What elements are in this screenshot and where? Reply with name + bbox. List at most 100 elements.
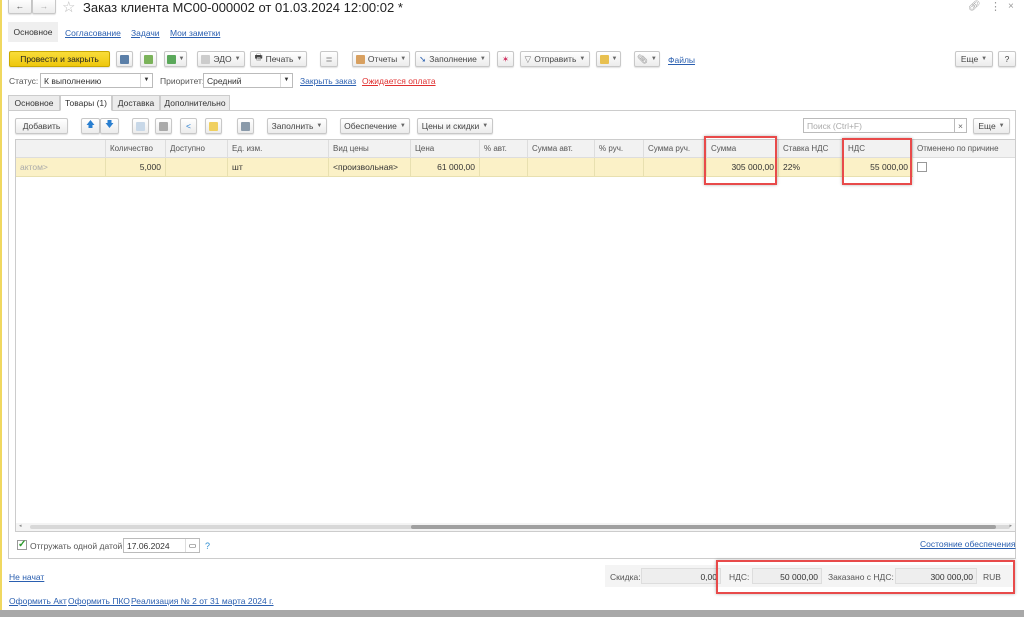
find-button[interactable] [237, 118, 254, 134]
nav-tab-tasks[interactable]: Задачи [131, 28, 160, 38]
save-button[interactable] [116, 51, 133, 67]
close-order-link[interactable]: Закрыть заказ [300, 76, 356, 86]
supply-state-link[interactable]: Состояние обеспечения [920, 539, 1016, 549]
tasks-button[interactable]: ▼ [596, 51, 621, 67]
more-button[interactable]: Еще ▼ [955, 51, 993, 67]
supply-label: Обеспечение [344, 121, 397, 131]
add-button[interactable]: Добавить [15, 118, 68, 134]
column-header[interactable]: % авт. [479, 140, 527, 158]
column-header[interactable]: Цена [410, 140, 479, 158]
table-cell[interactable]: <произвольная> [328, 158, 410, 177]
column-header[interactable]: Ед. изм. [227, 140, 328, 158]
scroll-right-icon[interactable]: ▸ [1009, 523, 1012, 529]
structure-button[interactable]: ≣ [320, 51, 338, 67]
create-pko-link[interactable]: Оформить ПКО [68, 596, 130, 606]
column-header[interactable]: Вид цены [328, 140, 410, 158]
reports-button[interactable]: Отчеты ▼ [352, 51, 410, 67]
dropdown-icon[interactable]: ▼ [140, 74, 152, 87]
attach-button[interactable]: 📎︎ ▼ [634, 51, 660, 67]
cancelled-checkbox[interactable] [917, 162, 927, 172]
paste-button[interactable] [155, 118, 172, 134]
column-header[interactable]: Количество [105, 140, 165, 158]
status-select[interactable]: К выполнению ▼ [40, 73, 153, 88]
pick-button[interactable] [205, 118, 222, 134]
create-based-button[interactable]: ▼ [164, 51, 187, 67]
bottom-bar [0, 610, 1024, 617]
table-cell[interactable]: 5,000 [105, 158, 165, 177]
search-clear-button[interactable]: × [954, 118, 967, 133]
bitrix-button[interactable]: ✶ [497, 51, 514, 67]
table-cell[interactable] [527, 158, 594, 177]
column-header[interactable]: Отменено по причине [912, 140, 1016, 158]
tab-goods[interactable]: Товары (1) [60, 95, 112, 111]
ship-date-input[interactable]: 17.06.2024 ▭ [123, 538, 200, 553]
move-down-button[interactable]: 🡇 [100, 118, 119, 134]
priority-select[interactable]: Средний ▼ [203, 73, 293, 88]
create-based-icon [166, 54, 176, 64]
post-and-close-button[interactable]: Провести и закрыть [9, 51, 110, 67]
table-cell[interactable]: актом> [16, 158, 105, 177]
scroll-left-icon[interactable]: ◂ [19, 523, 22, 529]
column-header[interactable]: Ставка НДС [778, 140, 843, 158]
link-icon[interactable]: 🔗︎ [968, 1, 981, 12]
column-header[interactable]: Доступно [165, 140, 227, 158]
split-icon: < [186, 121, 191, 131]
split-button[interactable]: < [180, 118, 197, 134]
create-act-link[interactable]: Оформить Акт [9, 596, 67, 606]
column-header[interactable] [16, 140, 105, 158]
edo-button[interactable]: ЭДО ▼ [197, 51, 245, 67]
awaiting-payment-link[interactable]: Ожидается оплата [362, 76, 436, 86]
column-header[interactable]: % руч. [594, 140, 643, 158]
realization-link[interactable]: Реализация № 2 от 31 марта 2024 г. [131, 596, 274, 606]
post-icon [144, 54, 153, 64]
fill-button[interactable]: ➘ Заполнение ▼ [415, 51, 490, 67]
table-cell[interactable]: шт [227, 158, 328, 177]
column-header[interactable]: Сумма авт. [527, 140, 594, 158]
prices-discounts-button[interactable]: Цены и скидки ▼ [417, 118, 493, 134]
window-edge [0, 0, 2, 610]
nav-tab-approval[interactable]: Согласование [65, 28, 121, 38]
table-cell[interactable] [594, 158, 643, 177]
fill-goods-button[interactable]: Заполнить ▼ [267, 118, 327, 134]
forward-button[interactable]: → [32, 0, 56, 14]
ship-one-date-checkbox[interactable]: ✓ [17, 540, 27, 550]
document-clock-icon [599, 54, 609, 64]
move-up-button[interactable]: 🡅 [81, 118, 100, 134]
table-cell[interactable] [165, 158, 227, 177]
status-label: Статус: [9, 76, 39, 86]
back-button[interactable]: ← [8, 0, 32, 14]
horizontal-scrollbar[interactable]: ◂ ▸ [16, 523, 1015, 531]
tab-additional[interactable]: Дополнительно [160, 95, 230, 111]
table-cell[interactable]: 22% [778, 158, 843, 177]
supply-button[interactable]: Обеспечение ▼ [340, 118, 410, 134]
print-button[interactable]: 🖶︎ Печать ▼ [250, 51, 307, 67]
nav-tab-main[interactable]: Основное [8, 22, 58, 42]
goods-more-button[interactable]: Еще ▼ [973, 118, 1010, 134]
post-button[interactable] [140, 51, 157, 67]
close-icon[interactable]: × [1008, 1, 1014, 12]
tab-delivery[interactable]: Доставка [112, 95, 160, 111]
state-link[interactable]: Не начат [9, 572, 44, 582]
paste-icon [159, 121, 168, 131]
tab-main[interactable]: Основное [8, 95, 60, 111]
scroll-thumb[interactable] [411, 525, 996, 529]
print-label: Печать [265, 54, 294, 64]
table-cell[interactable] [479, 158, 527, 177]
send-label: Отправить [534, 54, 577, 64]
ship-help-icon[interactable]: ? [205, 541, 210, 551]
ship-one-date-label: Отгружать одной датой [30, 541, 123, 551]
table-cell[interactable] [643, 158, 706, 177]
dropdown-icon[interactable]: ▼ [280, 74, 292, 87]
calendar-icon[interactable]: ▭ [185, 539, 199, 552]
files-link[interactable]: Файлы [668, 55, 695, 65]
help-button[interactable]: ? [998, 51, 1016, 67]
search-input[interactable]: Поиск (Ctrl+F) [803, 118, 955, 133]
copy-button[interactable] [132, 118, 149, 134]
more-vertical-icon[interactable]: ⋮ [990, 0, 1001, 13]
nav-tab-notes[interactable]: Мои заметки [170, 28, 220, 38]
send-button[interactable]: ▽ Отправить ▼ [520, 51, 590, 67]
table-cell[interactable]: 61 000,00 [410, 158, 479, 177]
priority-value: Средний [207, 76, 242, 86]
column-header[interactable]: Сумма руч. [643, 140, 706, 158]
favorite-star-icon[interactable]: ☆ [62, 0, 75, 16]
